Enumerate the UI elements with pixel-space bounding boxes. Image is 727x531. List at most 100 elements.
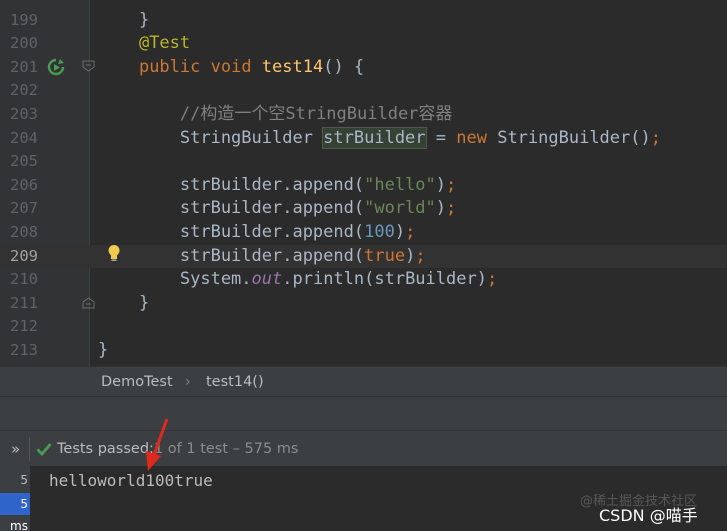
code-token: true <box>364 245 406 266</box>
code-text: } <box>98 292 149 316</box>
code-token: strBuilder <box>322 126 427 149</box>
line-number: 206 <box>10 175 38 194</box>
code-token: strBuilder.append( <box>98 221 365 242</box>
code-token: = <box>425 127 457 148</box>
line-number: 205 <box>10 152 38 171</box>
toolbar-separator <box>29 437 30 461</box>
code-token: System. <box>98 269 252 290</box>
code-token: "world" <box>364 198 436 219</box>
code-token: StringBuilder <box>98 127 324 148</box>
code-line[interactable]: 202 <box>0 79 727 103</box>
check-icon <box>36 443 52 456</box>
code-line[interactable]: 208 strBuilder.append(100); <box>0 221 727 245</box>
code-token: ; <box>405 221 416 242</box>
code-line[interactable]: 210 System.out.println(strBuilder); <box>0 268 727 292</box>
code-token: ; <box>446 198 457 219</box>
lightbulb-icon[interactable] <box>107 244 121 262</box>
test-duration-selected[interactable]: 5 ms <box>0 493 30 531</box>
code-token: .println(strBuilder) <box>282 269 487 290</box>
code-text: } <box>98 339 108 363</box>
test-results-toolbar: » Tests passed:1 of 1 test – 575 ms <box>0 430 727 466</box>
status-detail: of 1 test – 575 ms <box>163 441 299 457</box>
code-line[interactable]: 204 StringBuilder strBuilder = new Strin… <box>0 126 727 151</box>
breadcrumb-class[interactable]: DemoTest <box>101 367 173 397</box>
code-token: ; <box>415 245 426 266</box>
code-token: ) <box>405 245 416 266</box>
line-number: 213 <box>10 340 38 359</box>
line-number: 211 <box>10 293 38 312</box>
code-line[interactable]: 199 } <box>0 9 727 33</box>
line-number: 200 <box>10 34 38 53</box>
line-number: 207 <box>10 199 38 218</box>
code-token: StringBuilder() <box>497 127 651 148</box>
code-token: } <box>98 9 150 30</box>
code-text: strBuilder.append("world"); <box>98 197 456 221</box>
test-duration[interactable]: 5 ms <box>0 469 30 509</box>
code-token: } <box>98 339 109 360</box>
code-line[interactable]: 203 //构造一个空StringBuilder容器 <box>0 103 727 127</box>
test-tree-panel: 5 ms 5 ms <box>0 466 30 531</box>
code-line[interactable]: 206 strBuilder.append("hello"); <box>0 174 727 198</box>
fold-icon[interactable] <box>82 60 95 72</box>
code-token: } <box>98 292 150 313</box>
expand-icon[interactable]: » <box>11 431 20 467</box>
code-token: out <box>251 269 283 290</box>
code-token: ) <box>435 198 447 219</box>
line-number: 210 <box>10 270 38 289</box>
code-text: System.out.println(strBuilder); <box>98 268 497 292</box>
code-token: "hello" <box>364 174 436 195</box>
breadcrumb-separator-icon: › <box>185 374 191 390</box>
code-token: ; <box>446 174 457 195</box>
code-line[interactable]: 212 <box>0 315 727 339</box>
code-token: strBuilder.append( <box>98 174 365 195</box>
code-token: () { <box>323 56 365 77</box>
breadcrumb-method[interactable]: test14() <box>206 367 264 397</box>
code-token: void <box>210 56 262 77</box>
code-text: @Test <box>98 32 190 56</box>
line-number: 208 <box>10 222 38 241</box>
fold-end-icon[interactable] <box>82 297 95 309</box>
code-text: //构造一个空StringBuilder容器 <box>98 103 453 127</box>
code-line[interactable]: 205 <box>0 150 727 174</box>
code-token: strBuilder.append( <box>98 245 365 266</box>
panel-divider <box>0 396 727 430</box>
line-number: 212 <box>10 317 38 336</box>
code-token: strBuilder.append( <box>98 198 365 219</box>
code-line[interactable]: 201 public void test14() { <box>0 56 727 80</box>
code-token: ; <box>650 127 661 148</box>
breadcrumb: DemoTest › test14() <box>0 366 727 396</box>
code-line[interactable]: 211 } <box>0 292 727 316</box>
code-token: ) <box>435 174 447 195</box>
code-token: ; <box>486 269 498 290</box>
code-token: test14 <box>261 56 324 77</box>
line-number: 202 <box>10 81 38 100</box>
line-number: 204 <box>10 128 38 147</box>
code-line[interactable]: 213} <box>0 339 727 363</box>
code-token: ) <box>394 221 406 242</box>
code-token: new <box>456 127 498 148</box>
code-text: } <box>98 9 149 33</box>
code-token: //构造一个空StringBuilder容器 <box>179 103 453 124</box>
line-number: 203 <box>10 104 38 123</box>
code-token: @Test <box>138 33 191 54</box>
code-line[interactable]: 200 @Test <box>0 32 727 56</box>
code-text: strBuilder.append(true); <box>98 245 426 269</box>
line-number: 201 <box>10 57 38 76</box>
run-test-icon[interactable] <box>47 58 65 76</box>
red-arrow-icon <box>146 418 169 471</box>
console-text: helloworld100true <box>49 471 213 490</box>
watermark-label: CSDN @喵手 <box>599 506 698 525</box>
code-text: strBuilder.append("hello"); <box>98 174 456 198</box>
code-token: public <box>138 56 211 77</box>
code-token: 100 <box>364 221 395 242</box>
code-text: strBuilder.append(100); <box>98 221 415 245</box>
code-text: StringBuilder strBuilder = new StringBui… <box>98 126 661 151</box>
line-number: 209 <box>10 246 38 265</box>
code-line[interactable]: 207 strBuilder.append("world"); <box>0 197 727 221</box>
code-editor[interactable]: 199 } 200 @Test 201 public void test14() {… <box>0 0 727 366</box>
code-text: public void test14() { <box>98 56 364 80</box>
line-number: 199 <box>10 10 38 29</box>
